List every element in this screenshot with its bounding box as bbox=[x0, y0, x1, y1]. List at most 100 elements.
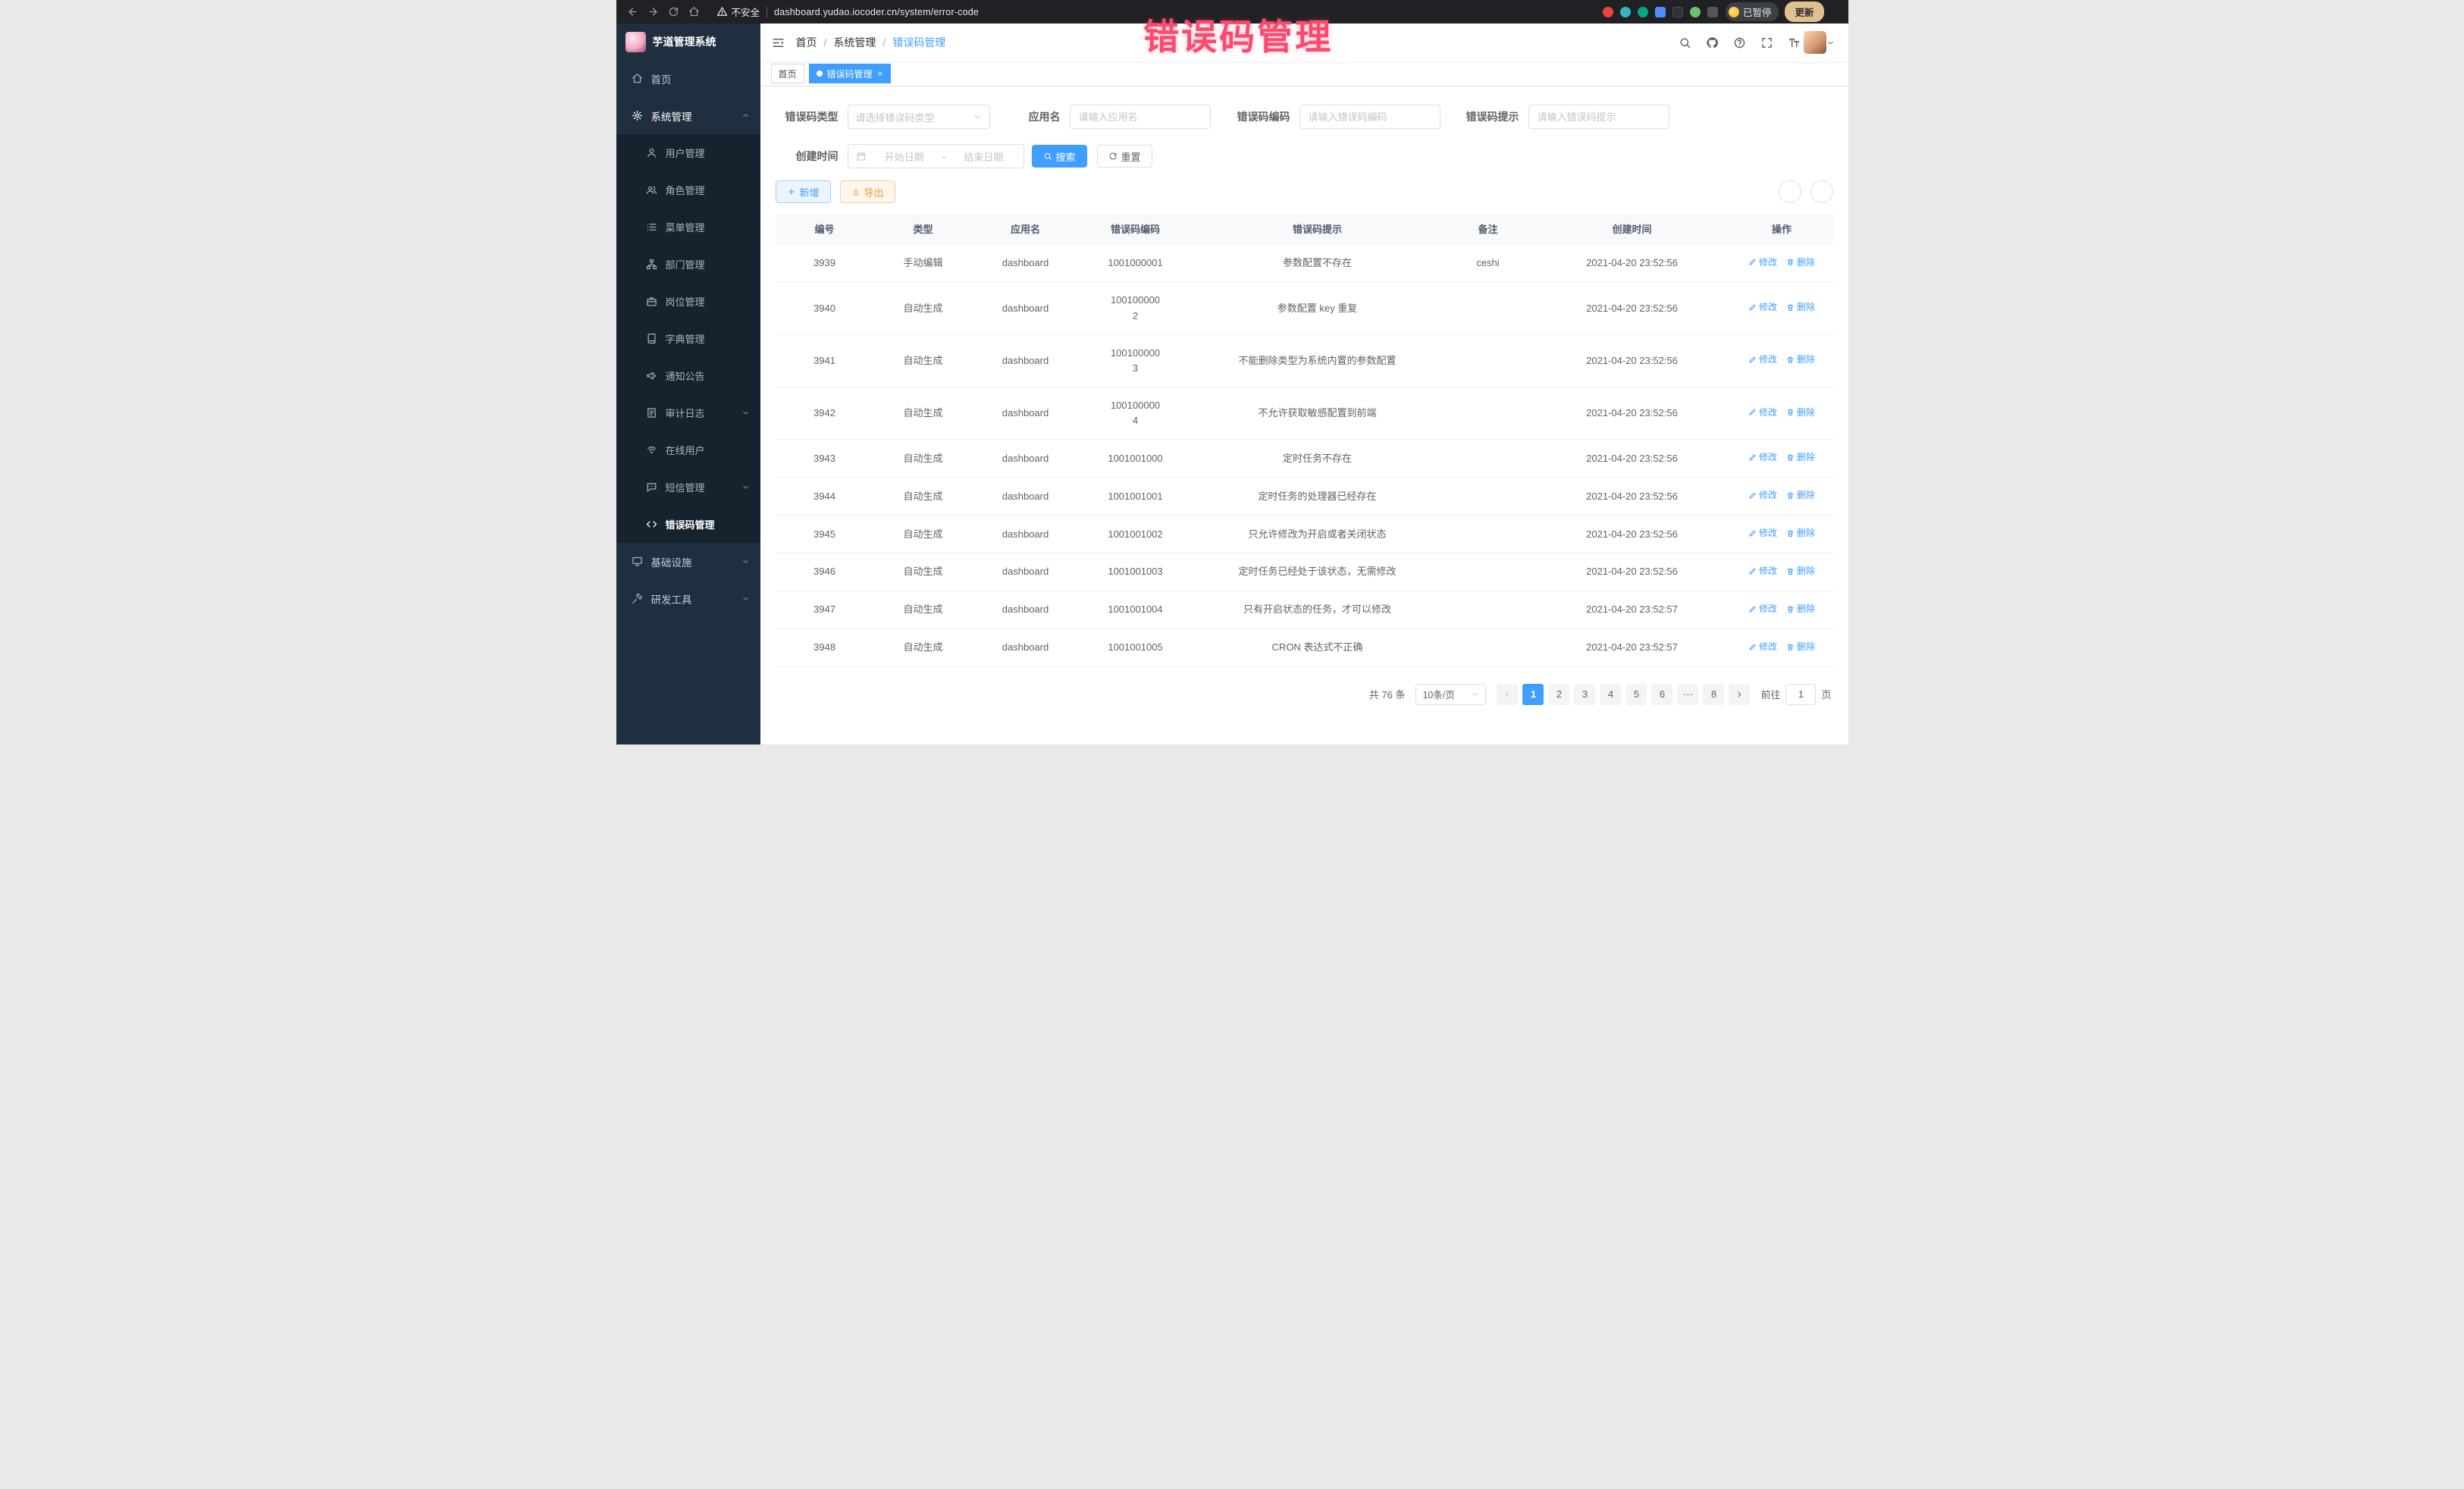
edit-link[interactable]: 修改 bbox=[1748, 450, 1777, 465]
app-window: 芋道管理系统 首页系统管理用户管理角色管理菜单管理部门管理岗位管理字典管理通知公… bbox=[616, 24, 1848, 744]
sidebar-item-menu-management[interactable]: 菜单管理 bbox=[616, 208, 760, 246]
user-avatar[interactable] bbox=[1804, 31, 1826, 54]
edit-link[interactable]: 修改 bbox=[1748, 564, 1777, 578]
breadcrumb-system[interactable]: 系统管理 bbox=[833, 35, 876, 50]
refresh-icon[interactable] bbox=[663, 2, 684, 22]
edit-link[interactable]: 修改 bbox=[1748, 488, 1777, 503]
close-tab-icon[interactable]: × bbox=[878, 68, 883, 79]
github-icon[interactable] bbox=[1706, 36, 1719, 49]
error-hint-input[interactable] bbox=[1528, 105, 1669, 129]
code-value: 1001000002 bbox=[1110, 293, 1161, 323]
help-icon[interactable] bbox=[1733, 36, 1746, 49]
sidebar-item-infrastructure[interactable]: 基础设施 bbox=[616, 543, 760, 580]
star-bookmark-icon[interactable] bbox=[1580, 6, 1592, 18]
cell-created: 2021-04-20 23:52:56 bbox=[1534, 553, 1731, 591]
page-button-5[interactable]: 5 bbox=[1625, 684, 1647, 705]
delete-link[interactable]: 删除 bbox=[1786, 450, 1815, 465]
sidebar-item-user-management[interactable]: 用户管理 bbox=[616, 134, 760, 171]
ext-leaf-icon[interactable] bbox=[1690, 7, 1701, 17]
sidebar-item-error-code-management[interactable]: 错误码管理 bbox=[616, 506, 760, 543]
pin-icon[interactable] bbox=[1707, 7, 1718, 17]
browser-update-button[interactable]: 更新 bbox=[1785, 2, 1823, 22]
delete-link[interactable]: 删除 bbox=[1786, 353, 1815, 367]
delete-link[interactable]: 删除 bbox=[1786, 564, 1815, 578]
error-code-input[interactable] bbox=[1299, 105, 1440, 129]
delete-link[interactable]: 删除 bbox=[1786, 255, 1815, 270]
toggle-search-icon[interactable] bbox=[1779, 180, 1801, 203]
ext-red-icon[interactable] bbox=[1603, 7, 1613, 17]
error-type-select[interactable]: 请选择错误码类型 bbox=[848, 105, 990, 129]
add-button[interactable]: 新增 bbox=[776, 180, 831, 203]
page-button-6[interactable]: 6 bbox=[1651, 684, 1672, 705]
kebab-menu-icon[interactable] bbox=[1830, 6, 1842, 18]
sidebar-item-post-management[interactable]: 岗位管理 bbox=[616, 283, 760, 320]
edit-link[interactable]: 修改 bbox=[1748, 255, 1777, 270]
cell-app: dashboard bbox=[973, 478, 1079, 516]
delete-link[interactable]: 删除 bbox=[1786, 406, 1815, 420]
page-button-4[interactable]: 4 bbox=[1600, 684, 1621, 705]
chevron-down-icon[interactable] bbox=[1826, 39, 1835, 47]
sidebar-item-role-management[interactable]: 角色管理 bbox=[616, 171, 760, 208]
back-icon[interactable] bbox=[622, 2, 643, 22]
cell-remark bbox=[1443, 553, 1534, 591]
sidebar-item-online-users[interactable]: 在线用户 bbox=[616, 431, 760, 469]
sidebar-item-notice[interactable]: 通知公告 bbox=[616, 357, 760, 394]
pagination-more[interactable]: ··· bbox=[1677, 684, 1698, 705]
sidebar-logo[interactable]: 芋道管理系统 bbox=[616, 24, 760, 60]
font-size-icon[interactable] bbox=[1788, 36, 1801, 49]
page-button-8[interactable]: 8 bbox=[1703, 684, 1724, 705]
ext-dark-badge-icon[interactable] bbox=[1672, 7, 1683, 17]
edit-link[interactable]: 修改 bbox=[1748, 353, 1777, 367]
url-text[interactable]: dashboard.yudao.iocoder.cn/system/error-… bbox=[774, 7, 979, 17]
table-row: 3947自动生成dashboard1001001004只有开启状态的任务，才可以… bbox=[776, 591, 1833, 629]
sidebar-item-system-management[interactable]: 系统管理 bbox=[616, 97, 760, 134]
sidebar-item-audit-log[interactable]: 审计日志 bbox=[616, 394, 760, 431]
app-name-input[interactable] bbox=[1070, 105, 1211, 129]
edit-link[interactable]: 修改 bbox=[1748, 526, 1777, 541]
ext-drop-icon[interactable] bbox=[1620, 7, 1631, 17]
delete-link[interactable]: 删除 bbox=[1786, 640, 1815, 654]
export-button[interactable]: 导出 bbox=[840, 180, 895, 203]
ext-grid-icon[interactable] bbox=[1655, 7, 1666, 17]
forward-icon[interactable] bbox=[643, 2, 663, 22]
date-range-picker[interactable]: 开始日期 - 结束日期 bbox=[848, 144, 1024, 168]
page-button-1[interactable]: 1 bbox=[1522, 684, 1544, 705]
delete-link[interactable]: 删除 bbox=[1786, 488, 1815, 503]
delete-link[interactable]: 删除 bbox=[1786, 526, 1815, 541]
refresh-table-icon[interactable] bbox=[1810, 180, 1833, 203]
ext-green-check-icon[interactable] bbox=[1638, 7, 1648, 17]
reset-button[interactable]: 重置 bbox=[1097, 145, 1152, 168]
profile-paused-badge[interactable]: 已暂停 bbox=[1726, 2, 1779, 21]
sidebar-item-home[interactable]: 首页 bbox=[616, 60, 760, 97]
fullscreen-icon[interactable] bbox=[1760, 36, 1773, 49]
sidebar-item-sms-management[interactable]: 短信管理 bbox=[616, 469, 760, 506]
goto-page-input[interactable] bbox=[1785, 684, 1816, 705]
edit-link[interactable]: 修改 bbox=[1748, 602, 1777, 616]
edit-link[interactable]: 修改 bbox=[1748, 406, 1777, 420]
edit-link[interactable]: 修改 bbox=[1748, 300, 1777, 315]
page-button-2[interactable]: 2 bbox=[1548, 684, 1569, 705]
sidebar-item-dict-management[interactable]: 字典管理 bbox=[616, 320, 760, 357]
tab-error-code[interactable]: 错误码管理× bbox=[809, 64, 891, 83]
active-tab-dot bbox=[817, 71, 823, 77]
sidebar-item-dev-tools[interactable]: 研发工具 bbox=[616, 580, 760, 617]
home-icon[interactable] bbox=[684, 2, 704, 22]
delete-link[interactable]: 删除 bbox=[1786, 300, 1815, 315]
tab-home[interactable]: 首页 bbox=[771, 64, 804, 83]
page-size-value: 10条/页 bbox=[1422, 687, 1454, 701]
page-size-select[interactable]: 10条/页 bbox=[1415, 684, 1486, 705]
app-name-label: 应用名 bbox=[1023, 109, 1070, 124]
sidebar-item-dept-management[interactable]: 部门管理 bbox=[616, 246, 760, 283]
hamburger-icon[interactable] bbox=[771, 36, 785, 50]
cell-actions: 修改删除 bbox=[1731, 629, 1833, 666]
delete-link[interactable]: 删除 bbox=[1786, 602, 1815, 616]
page-button-3[interactable]: 3 bbox=[1574, 684, 1595, 705]
cell-type: 自动生成 bbox=[874, 591, 973, 629]
search-icon[interactable] bbox=[1679, 36, 1691, 49]
next-page-button[interactable] bbox=[1729, 684, 1750, 705]
search-button[interactable]: 搜索 bbox=[1032, 145, 1087, 168]
prev-page-button[interactable] bbox=[1497, 684, 1518, 705]
breadcrumb-home[interactable]: 首页 bbox=[796, 35, 817, 50]
edit-icon bbox=[1748, 605, 1757, 613]
edit-link[interactable]: 修改 bbox=[1748, 640, 1777, 654]
